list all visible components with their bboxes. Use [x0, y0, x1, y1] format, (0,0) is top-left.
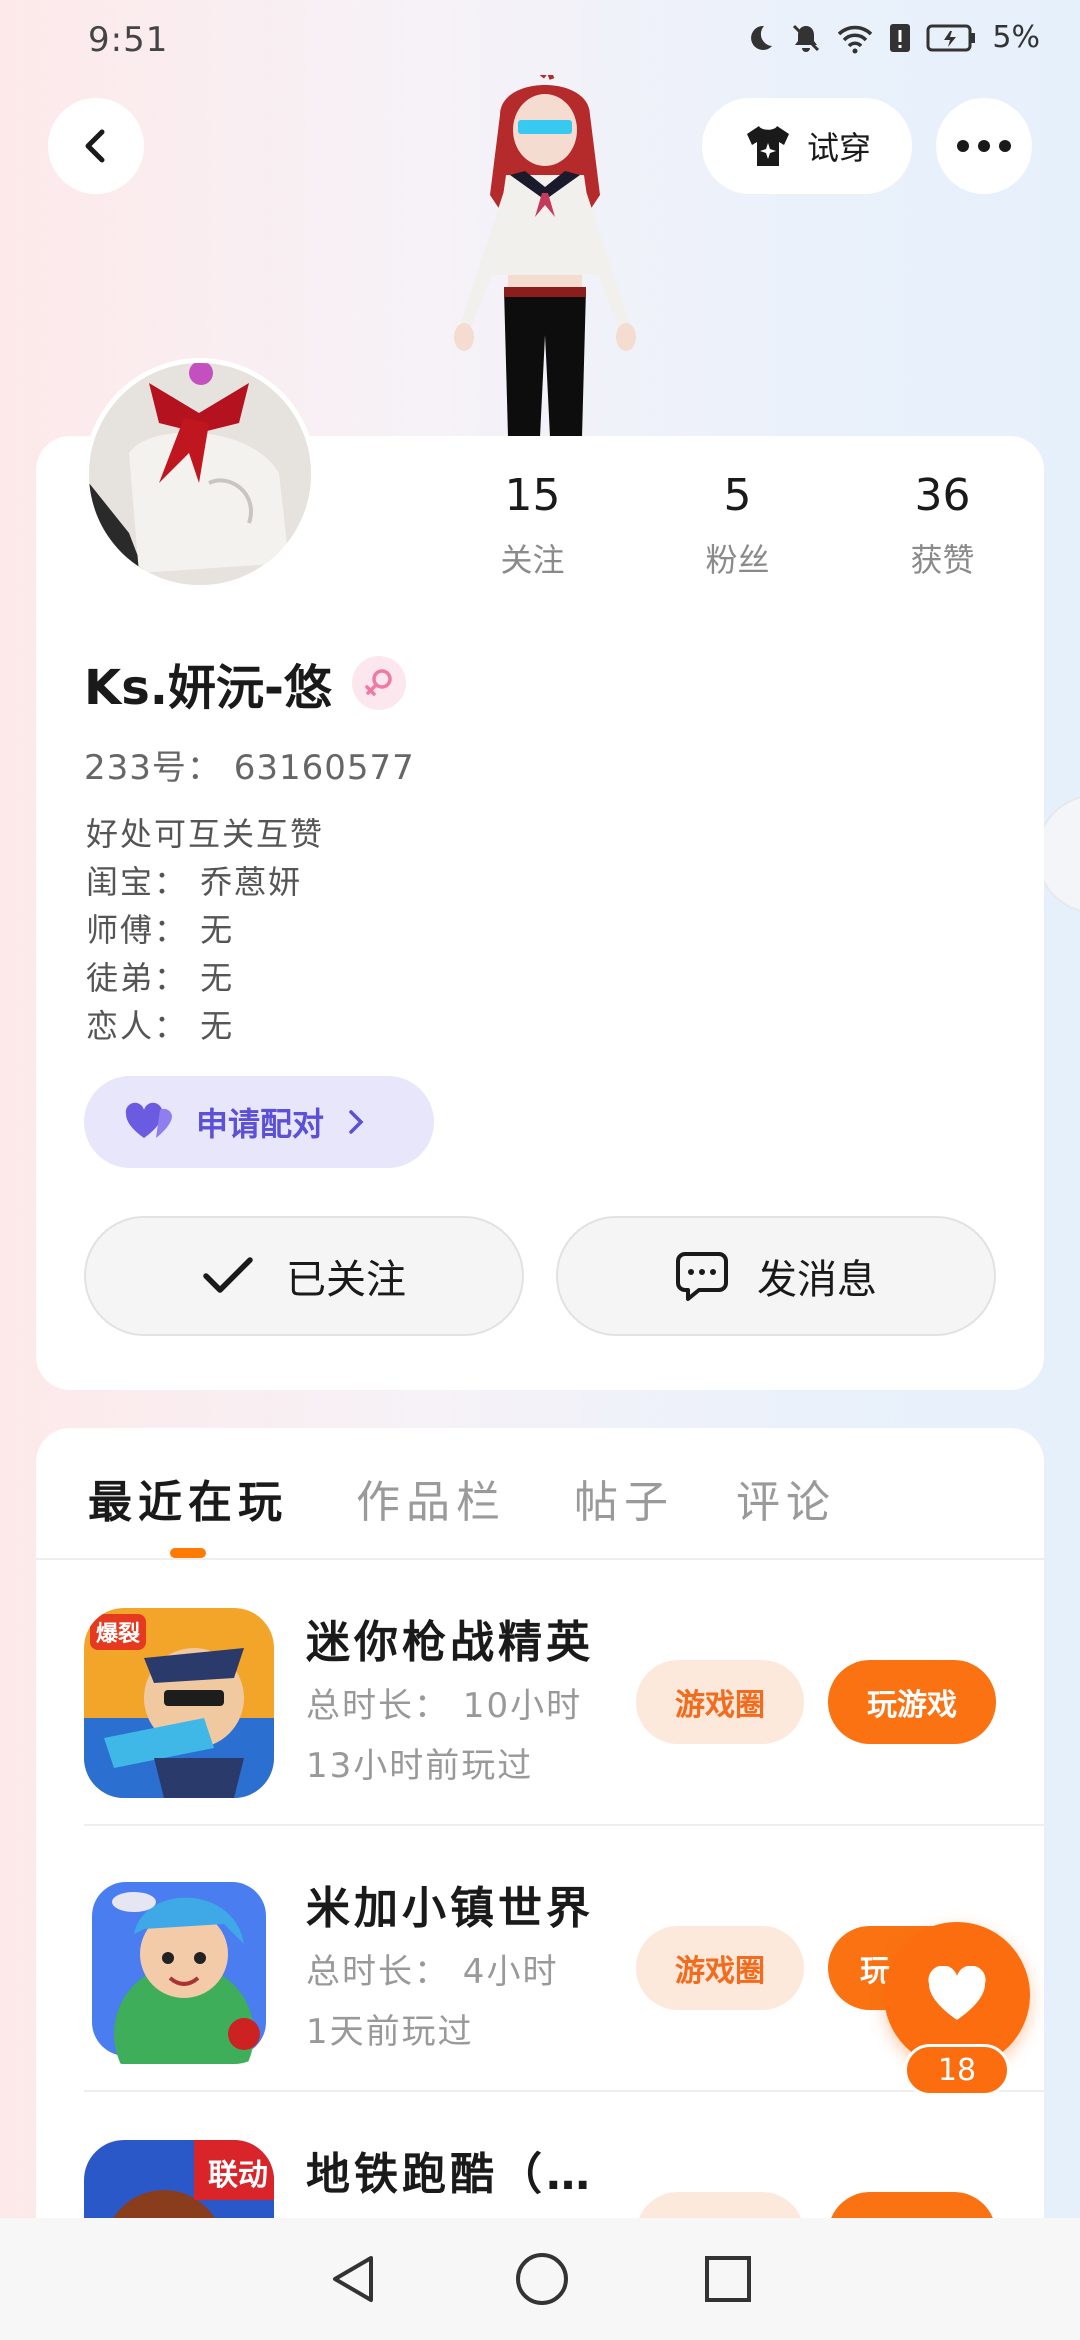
bio-line: 恋人： 无 [86, 1007, 235, 1045]
more-dots-icon [957, 140, 1011, 152]
game-name: 地铁跑酷（… [306, 2149, 594, 2200]
chevron-left-icon [85, 129, 105, 163]
tab-posts[interactable]: 帖子 [574, 1466, 674, 1530]
tab-indicator [170, 1548, 206, 1558]
content-card: 最近在玩 作品栏 帖子 评论 爆裂 迷你枪战精英 总时长： 10小时 13小时前… [36, 1428, 1044, 2340]
stat-value: 15 [504, 470, 561, 521]
game-row[interactable]: 爆裂 迷你枪战精英 总时长： 10小时 13小时前玩过 游戏圈 玩游戏 [36, 1560, 1044, 1826]
game-last-played: 13小时前玩过 [306, 1746, 534, 1786]
avatar-figure [454, 75, 636, 437]
wifi-icon [838, 25, 873, 53]
send-message-label: 发消息 [757, 1257, 877, 1303]
chat-bubble-icon [676, 1252, 728, 1301]
stat-following[interactable]: 15 关注 [430, 470, 635, 581]
nav-recents-icon[interactable] [703, 2254, 753, 2304]
back-button[interactable] [48, 98, 144, 194]
heart-icon [125, 1102, 172, 1138]
stat-label: 获赞 [910, 541, 975, 579]
bio-line: 闺宝： 乔蒽妍 [86, 863, 303, 901]
mute-bell-icon [793, 24, 820, 52]
apply-pair-label: 申请配对 [196, 1105, 325, 1143]
game-circle-button[interactable]: 游戏圈 [636, 1926, 804, 2010]
tryon-label: 试穿 [806, 129, 871, 167]
username-row: Ks.妍沅-悠 [84, 648, 406, 718]
followed-button[interactable]: 已关注 [84, 1216, 524, 1336]
game-total-time: 总时长： 10小时 [306, 1686, 583, 1726]
sim-alert-icon [890, 23, 911, 52]
tab-comments[interactable]: 评论 [736, 1466, 836, 1530]
game-icon-badge: 联动 [208, 2158, 268, 2193]
moon-icon [751, 25, 773, 50]
stat-likes[interactable]: 36 获赞 [840, 470, 1045, 581]
game-name: 迷你枪战精英 [306, 1617, 594, 1668]
battery-percent: 5% [992, 20, 1040, 55]
tryon-button[interactable]: 试穿 [702, 98, 912, 194]
game-name: 米加小镇世界 [306, 1883, 594, 1934]
game-icon[interactable] [84, 1874, 274, 2064]
status-bar: 9:51 5% [0, 0, 1080, 80]
play-game-button[interactable]: 玩游戏 [828, 1660, 996, 1744]
chevron-right-icon [349, 1110, 364, 1134]
shirt-icon [746, 126, 789, 166]
username: Ks.妍沅-悠 [84, 660, 332, 716]
check-icon [203, 1257, 253, 1293]
bio: 好处可互关互赞 闺宝： 乔蒽妍 师傅： 无 徒弟： 无 恋人： 无 [86, 810, 324, 1050]
game-total-time: 总时长： 4小时 [306, 1952, 559, 1992]
avatar[interactable] [84, 358, 316, 590]
more-button[interactable] [936, 98, 1032, 194]
send-message-button[interactable]: 发消息 [556, 1216, 996, 1336]
heart-icon [928, 1966, 986, 2020]
status-time: 9:51 [88, 20, 169, 60]
stat-label: 粉丝 [705, 541, 770, 579]
bio-line: 徒弟： 无 [86, 959, 235, 997]
nav-home-icon[interactable] [514, 2251, 570, 2307]
stat-value: 5 [723, 470, 752, 521]
tab-recent-play[interactable]: 最近在玩 [88, 1466, 288, 1530]
nav-back-icon[interactable] [327, 2252, 381, 2306]
followed-label: 已关注 [286, 1257, 406, 1303]
system-nav-bar [0, 2218, 1080, 2340]
game-icon-badge: 爆裂 [90, 1614, 147, 1650]
bio-line: 好处可互关互赞 [86, 815, 325, 853]
stat-value: 36 [914, 470, 971, 521]
stat-label: 关注 [500, 541, 565, 579]
female-icon [351, 656, 406, 710]
game-icon[interactable]: 爆裂 [84, 1608, 274, 1798]
game-last-played: 1天前玩过 [306, 2012, 474, 2052]
stat-fans[interactable]: 5 粉丝 [635, 470, 840, 581]
bio-line: 师傅： 无 [86, 911, 235, 949]
user-id: 233号： 63160577 [84, 748, 415, 788]
like-count: 18 [904, 2044, 1010, 2096]
battery-icon [926, 24, 976, 51]
game-circle-button[interactable]: 游戏圈 [636, 1660, 804, 1744]
avatar-image [89, 363, 311, 585]
stats-row: 15 关注 5 粉丝 36 获赞 [430, 470, 1050, 581]
apply-pair-button[interactable]: 申请配对 [84, 1076, 434, 1168]
tab-bar: 最近在玩 作品栏 帖子 评论 [36, 1428, 1044, 1560]
status-icons: 5% [744, 20, 1040, 55]
tab-works[interactable]: 作品栏 [356, 1466, 506, 1530]
